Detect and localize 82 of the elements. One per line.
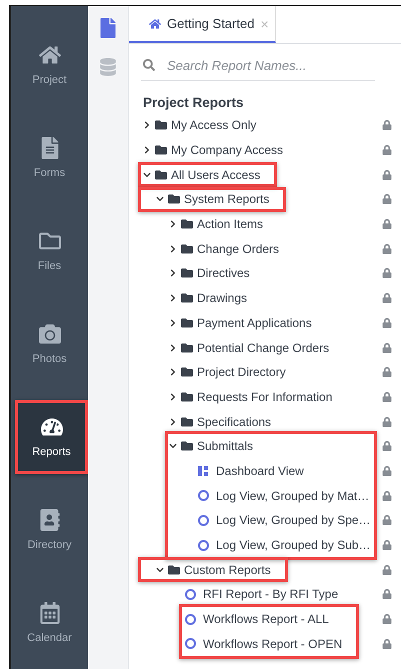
sidebar-label: Forms xyxy=(34,167,66,179)
file-icon[interactable] xyxy=(98,18,118,38)
tree-item[interactable]: Directives xyxy=(197,266,250,280)
folder-icon xyxy=(181,416,193,428)
camera-icon xyxy=(38,323,60,345)
chevron-right-icon[interactable] xyxy=(169,418,177,426)
folder-icon xyxy=(155,119,167,132)
tree-item[interactable]: Action Items xyxy=(197,217,264,232)
tree-item[interactable]: Dashboard View xyxy=(216,464,304,478)
folder-icon xyxy=(181,390,193,403)
tree-item[interactable]: Log View, Grouped by Spe… xyxy=(216,513,371,528)
tree-item[interactable]: Change Orders xyxy=(197,242,280,256)
sidebar-item[interactable]: Files xyxy=(11,214,88,288)
tree-item[interactable]: Submittals xyxy=(197,439,254,454)
chevron-right-icon[interactable] xyxy=(169,368,177,376)
section-title: Project Reports xyxy=(143,95,245,110)
gauge-icon xyxy=(40,416,62,438)
search-icon xyxy=(143,59,155,71)
chevron-right-icon[interactable] xyxy=(143,146,151,154)
sidebar-label: Project xyxy=(32,74,67,86)
chevron-right-icon[interactable] xyxy=(143,121,151,130)
folder-icon xyxy=(181,316,193,329)
report-icon xyxy=(185,588,196,600)
folder-icon xyxy=(181,366,193,378)
dashboard-icon xyxy=(198,466,208,476)
tree-item[interactable]: Potential Change Orders xyxy=(197,340,330,355)
chevron-right-icon[interactable] xyxy=(169,344,177,352)
chevron-right-icon[interactable] xyxy=(169,220,177,228)
sidebar-item[interactable]: Directory xyxy=(11,493,88,567)
tree-item[interactable]: Specifications xyxy=(197,414,272,429)
sidebar-item[interactable]: Forms xyxy=(11,121,88,195)
folder-icon xyxy=(168,564,180,576)
tree-item[interactable]: Workflows Report - OPEN xyxy=(203,636,342,651)
report-icon xyxy=(198,514,209,526)
chevron-down-icon[interactable] xyxy=(169,442,177,450)
tree-item[interactable]: Log View, Grouped by Mat… xyxy=(216,488,370,503)
folder-icon xyxy=(181,218,193,230)
tree-item[interactable]: My Company Access xyxy=(171,143,284,158)
sidebar-label: Calendar xyxy=(27,632,72,644)
tree-item[interactable]: My Access Only xyxy=(171,118,256,132)
report-icon xyxy=(198,490,209,502)
sidebar-item[interactable]: Calendar xyxy=(11,586,88,660)
sidebar-label: Files xyxy=(38,260,62,272)
report-icon xyxy=(185,638,196,650)
tree-item[interactable]: Workflows Report - ALL xyxy=(203,612,329,626)
chevron-down-icon[interactable] xyxy=(156,566,164,574)
folder-icon xyxy=(181,267,193,280)
folder-icon xyxy=(155,144,167,156)
chevron-right-icon[interactable] xyxy=(169,269,177,278)
calendar-icon xyxy=(38,602,60,624)
address-book-icon xyxy=(38,509,60,531)
chevron-right-icon[interactable] xyxy=(169,244,177,253)
tree-item[interactable]: Drawings xyxy=(197,291,248,306)
sidebar-item[interactable]: Reports xyxy=(15,400,88,474)
tab-label: Getting Started xyxy=(167,16,254,31)
folder-icon xyxy=(38,230,60,252)
chevron-right-icon[interactable] xyxy=(169,392,177,401)
tree-item[interactable]: Requests For Information xyxy=(197,390,332,404)
tree-item[interactable]: RFI Report - By RFI Type xyxy=(203,587,338,602)
home-icon xyxy=(38,44,60,66)
sidebar-item[interactable]: Photos xyxy=(11,307,88,381)
sidebar-label: Photos xyxy=(32,353,67,365)
folder-icon xyxy=(181,342,193,354)
home-icon xyxy=(149,18,161,30)
tree-item[interactable]: Project Directory xyxy=(197,365,286,380)
sidebar-label: Directory xyxy=(27,539,72,551)
sidebar-item[interactable]: Project xyxy=(11,28,88,102)
tree-item[interactable]: Log View, Grouped by Sub… xyxy=(216,538,371,552)
sidebar-label: Reports xyxy=(32,446,71,458)
chevron-right-icon[interactable] xyxy=(169,294,177,302)
folder-icon xyxy=(168,193,180,206)
chevron-right-icon[interactable] xyxy=(169,318,177,327)
tab[interactable]: Getting Started × xyxy=(129,6,276,43)
folder-icon xyxy=(181,440,193,452)
report-icon xyxy=(185,614,196,625)
report-icon xyxy=(198,540,209,551)
chevron-down-icon[interactable] xyxy=(143,170,151,179)
folder-icon xyxy=(181,242,193,255)
folder-icon xyxy=(181,292,193,304)
tree-item[interactable]: Payment Applications xyxy=(197,316,312,330)
folder-icon xyxy=(155,168,167,181)
chevron-down-icon[interactable] xyxy=(156,195,164,204)
